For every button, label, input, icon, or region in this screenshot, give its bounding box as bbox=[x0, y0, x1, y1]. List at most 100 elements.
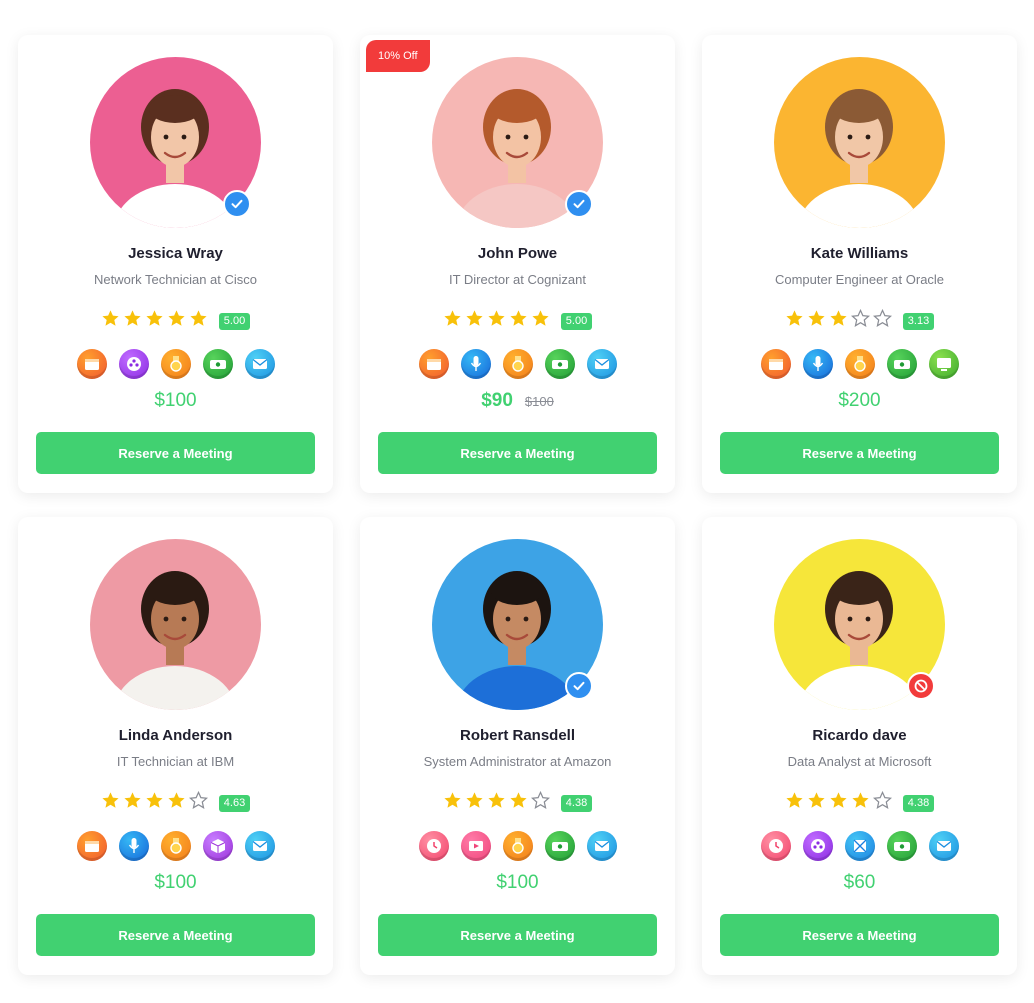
rating-score: 5.00 bbox=[560, 312, 593, 330]
rating: 5.00 bbox=[18, 309, 333, 333]
star-filled-icon bbox=[851, 791, 870, 815]
price: $90 bbox=[481, 390, 513, 411]
star-empty-icon bbox=[872, 308, 892, 333]
star-filled-icon bbox=[145, 791, 164, 815]
star-filled-icon bbox=[829, 791, 848, 815]
price: $200 bbox=[838, 390, 881, 411]
star-filled-icon bbox=[145, 309, 164, 333]
rating-score: 4.63 bbox=[218, 794, 251, 812]
star-filled-icon bbox=[443, 791, 462, 815]
star-filled-icon bbox=[785, 791, 804, 815]
rating: 4.63 bbox=[18, 790, 333, 815]
rating: 3.13 bbox=[702, 308, 1017, 333]
star-rating bbox=[443, 790, 550, 815]
mic-icon[interactable] bbox=[460, 349, 491, 379]
rating-score: 4.38 bbox=[560, 794, 593, 812]
teachers-grid: Jessica Wray Network Technician at Cisco 5… bbox=[18, 35, 1017, 975]
teacher-name[interactable]: John Powe bbox=[360, 245, 675, 262]
price-row: $100 bbox=[18, 390, 333, 412]
discount-badge: 10% Off bbox=[366, 40, 430, 72]
screen-icon[interactable] bbox=[928, 349, 959, 379]
star-filled-icon bbox=[785, 309, 804, 333]
rating: 4.38 bbox=[360, 790, 675, 815]
teacher-name[interactable]: Ricardo dave bbox=[702, 727, 1017, 744]
unavailable-icon bbox=[907, 672, 935, 700]
star-filled-icon bbox=[531, 309, 550, 333]
reserve-meeting-button[interactable]: Reserve a Meeting bbox=[720, 914, 999, 956]
reserve-meeting-button[interactable]: Reserve a Meeting bbox=[720, 432, 999, 474]
avatar[interactable] bbox=[774, 57, 945, 228]
star-empty-icon bbox=[872, 790, 892, 815]
star-filled-icon bbox=[167, 309, 186, 333]
star-filled-icon bbox=[807, 309, 826, 333]
star-filled-icon bbox=[807, 791, 826, 815]
teacher-name[interactable]: Jessica Wray bbox=[18, 245, 333, 262]
teacher-name[interactable]: Robert Ransdell bbox=[360, 727, 675, 744]
star-filled-icon bbox=[189, 309, 208, 333]
star-empty-icon bbox=[188, 790, 208, 815]
star-filled-icon bbox=[443, 309, 462, 333]
medal-icon[interactable] bbox=[502, 831, 533, 861]
teacher-role: Network Technician at Cisco bbox=[93, 272, 258, 287]
teacher-card: Kate Williams Computer Engineer at Oracle… bbox=[702, 35, 1017, 493]
money-icon[interactable] bbox=[544, 831, 575, 861]
price: $100 bbox=[154, 872, 197, 893]
medal-icon[interactable] bbox=[502, 349, 533, 379]
star-rating bbox=[785, 308, 892, 333]
rating: 4.38 bbox=[702, 790, 1017, 815]
box-icon[interactable] bbox=[844, 831, 875, 861]
avatar-wrap bbox=[432, 57, 603, 228]
badges-row bbox=[360, 349, 675, 379]
teacher-card: 10% Off John Powe IT Director at Cognizan… bbox=[360, 35, 675, 493]
film-reel-icon[interactable] bbox=[118, 349, 149, 379]
star-filled-icon bbox=[829, 309, 848, 333]
medal-icon[interactable] bbox=[160, 349, 191, 379]
money-icon[interactable] bbox=[202, 349, 233, 379]
calendar-icon[interactable] bbox=[76, 831, 107, 861]
price: $60 bbox=[843, 872, 876, 893]
avatar-wrap bbox=[90, 57, 261, 228]
mic-icon[interactable] bbox=[118, 831, 149, 861]
star-rating bbox=[443, 309, 550, 333]
star-filled-icon bbox=[101, 791, 120, 815]
teacher-name[interactable]: Kate Williams bbox=[702, 245, 1017, 262]
teacher-card: Robert Ransdell System Administrator at A… bbox=[360, 517, 675, 975]
video-icon[interactable] bbox=[460, 831, 491, 861]
teacher-role: IT Director at Cognizant bbox=[448, 272, 587, 287]
mic-icon[interactable] bbox=[802, 349, 833, 379]
teacher-role: Data Analyst at Microsoft bbox=[787, 754, 932, 769]
mail-icon[interactable] bbox=[586, 831, 617, 861]
price: $100 bbox=[154, 390, 197, 411]
star-filled-icon bbox=[123, 791, 142, 815]
calendar-icon[interactable] bbox=[76, 349, 107, 379]
medal-icon[interactable] bbox=[844, 349, 875, 379]
star-empty-icon bbox=[530, 790, 550, 815]
star-rating bbox=[101, 309, 208, 333]
reserve-meeting-button[interactable]: Reserve a Meeting bbox=[378, 432, 657, 474]
clock-icon[interactable] bbox=[760, 831, 791, 861]
medal-icon[interactable] bbox=[160, 831, 191, 861]
badges-row bbox=[702, 831, 1017, 861]
badges-row bbox=[702, 349, 1017, 379]
mail-icon[interactable] bbox=[244, 349, 275, 379]
star-filled-icon bbox=[509, 309, 528, 333]
clock-icon[interactable] bbox=[418, 831, 449, 861]
teacher-name[interactable]: Linda Anderson bbox=[18, 727, 333, 744]
badges-row bbox=[18, 349, 333, 379]
avatar[interactable] bbox=[90, 539, 261, 710]
cube-icon[interactable] bbox=[202, 831, 233, 861]
reserve-meeting-button[interactable]: Reserve a Meeting bbox=[378, 914, 657, 956]
money-icon[interactable] bbox=[886, 831, 917, 861]
money-icon[interactable] bbox=[886, 349, 917, 379]
teacher-role: Computer Engineer at Oracle bbox=[774, 272, 945, 287]
calendar-icon[interactable] bbox=[760, 349, 791, 379]
film-reel-icon[interactable] bbox=[802, 831, 833, 861]
reserve-meeting-button[interactable]: Reserve a Meeting bbox=[36, 432, 315, 474]
mail-icon[interactable] bbox=[244, 831, 275, 861]
money-icon[interactable] bbox=[544, 349, 575, 379]
star-filled-icon bbox=[465, 309, 484, 333]
mail-icon[interactable] bbox=[586, 349, 617, 379]
mail-icon[interactable] bbox=[928, 831, 959, 861]
calendar-icon[interactable] bbox=[418, 349, 449, 379]
reserve-meeting-button[interactable]: Reserve a Meeting bbox=[36, 914, 315, 956]
